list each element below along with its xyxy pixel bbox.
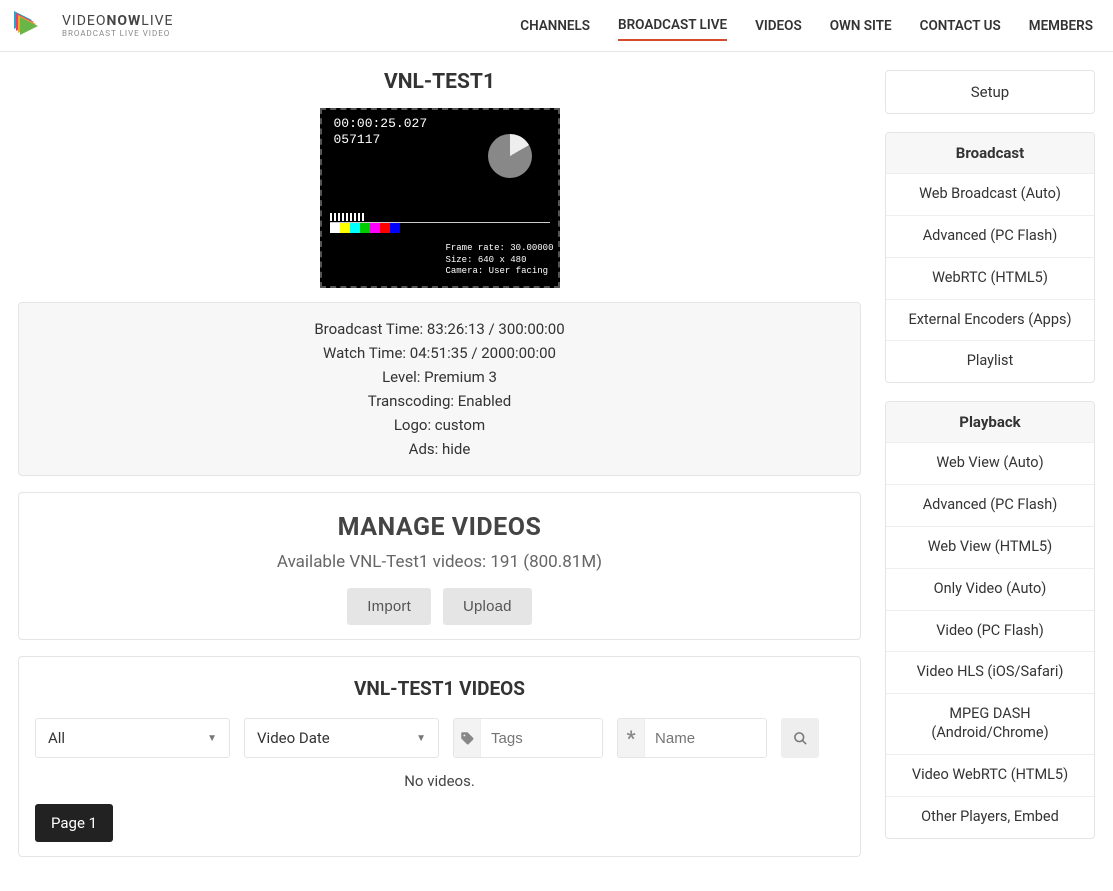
preview-timecode: 00:00:25.027 057117 — [334, 116, 428, 149]
name-input[interactable] — [645, 719, 766, 757]
color-bars-icon — [330, 223, 400, 233]
available-videos-text: Available VNL-Test1 videos: 191 (800.81M… — [35, 552, 844, 572]
broadcast-external-encoders[interactable]: External Encoders (Apps) — [886, 300, 1094, 342]
filters-row: All ▼ Video Date ▼ * — [35, 718, 844, 758]
videos-card: VNL-TEST1 VIDEOS All ▼ Video Date ▼ — [18, 656, 861, 857]
topbar: VIDEONOWLIVE BROADCAST LIVE VIDEO CHANNE… — [0, 0, 1113, 52]
stat-broadcast-time: Broadcast Time: 83:26:13 / 300:00:00 — [35, 317, 844, 341]
page-title: VNL-TEST1 — [18, 70, 861, 94]
manage-heading: MANAGE VIDEOS — [35, 513, 844, 542]
upload-button[interactable]: Upload — [443, 588, 532, 625]
asterisk-icon: * — [618, 719, 645, 757]
logo[interactable]: VIDEONOWLIVE BROADCAST LIVE VIDEO — [10, 8, 174, 44]
logo-text: VIDEONOWLIVE BROADCAST LIVE VIDEO — [62, 14, 174, 38]
playback-panel: Playback Web View (Auto) Advanced (PC Fl… — [885, 401, 1095, 838]
nav-members[interactable]: MEMBERS — [1029, 12, 1093, 40]
stats-card: Broadcast Time: 83:26:13 / 300:00:00 Wat… — [18, 302, 861, 476]
broadcast-webrtc[interactable]: WebRTC (HTML5) — [886, 258, 1094, 300]
stat-logo: Logo: custom — [35, 413, 844, 437]
tag-icon — [454, 719, 481, 757]
playback-panel-header: Playback — [886, 402, 1094, 443]
stat-level: Level: Premium 3 — [35, 365, 844, 389]
main-nav: CHANNELS BROADCAST LIVE VIDEOS OWN SITE … — [520, 11, 1103, 41]
broadcast-advanced-flash[interactable]: Advanced (PC Flash) — [886, 216, 1094, 258]
broadcast-playlist[interactable]: Playlist — [886, 341, 1094, 382]
stat-ads: Ads: hide — [35, 437, 844, 461]
pager-page-1[interactable]: Page 1 — [35, 804, 113, 842]
setup-button[interactable]: Setup — [885, 70, 1095, 114]
playback-other-embed[interactable]: Other Players, Embed — [886, 797, 1094, 838]
playback-mpeg-dash[interactable]: MPEG DASH (Android/Chrome) — [886, 694, 1094, 755]
playback-video-flash[interactable]: Video (PC Flash) — [886, 611, 1094, 653]
manage-videos-card: MANAGE VIDEOS Available VNL-Test1 videos… — [18, 492, 861, 640]
video-preview[interactable]: 00:00:25.027 057117 Frame rate: 30.00000 — [320, 108, 560, 288]
name-input-group: * — [617, 718, 767, 758]
nav-own-site[interactable]: OWN SITE — [830, 12, 892, 40]
nav-contact-us[interactable]: CONTACT US — [920, 12, 1001, 40]
playback-webrtc[interactable]: Video WebRTC (HTML5) — [886, 755, 1094, 797]
tags-input[interactable] — [481, 719, 602, 757]
playback-web-view-auto[interactable]: Web View (Auto) — [886, 443, 1094, 485]
broadcast-panel: Broadcast Web Broadcast (Auto) Advanced … — [885, 132, 1095, 383]
logo-icon — [12, 8, 52, 44]
chevron-down-icon: ▼ — [416, 733, 426, 744]
playback-hls[interactable]: Video HLS (iOS/Safari) — [886, 652, 1094, 694]
filter-date-select[interactable]: Video Date ▼ — [244, 718, 439, 758]
broadcast-panel-header: Broadcast — [886, 133, 1094, 174]
nav-broadcast-live[interactable]: BROADCAST LIVE — [618, 11, 727, 41]
stat-watch-time: Watch Time: 04:51:35 / 2000:00:00 — [35, 341, 844, 365]
playback-only-video-auto[interactable]: Only Video (Auto) — [886, 569, 1094, 611]
nav-channels[interactable]: CHANNELS — [520, 12, 590, 40]
bw-bars-icon — [330, 213, 364, 221]
broadcast-web-auto[interactable]: Web Broadcast (Auto) — [886, 174, 1094, 216]
sidebar: Setup Broadcast Web Broadcast (Auto) Adv… — [885, 70, 1095, 873]
tags-input-group — [453, 718, 603, 758]
search-button[interactable] — [781, 718, 819, 758]
search-icon — [793, 731, 808, 746]
stat-transcoding: Transcoding: Enabled — [35, 389, 844, 413]
playback-advanced-flash[interactable]: Advanced (PC Flash) — [886, 485, 1094, 527]
no-videos-text: No videos. — [35, 772, 844, 790]
filter-all-select[interactable]: All ▼ — [35, 718, 230, 758]
playback-web-view-html5[interactable]: Web View (HTML5) — [886, 527, 1094, 569]
chevron-down-icon: ▼ — [207, 733, 217, 744]
nav-videos[interactable]: VIDEOS — [755, 12, 802, 40]
pie-icon — [488, 134, 532, 178]
import-button[interactable]: Import — [347, 588, 431, 625]
preview-meta: Frame rate: 30.00000 Size: 640 x 480 Cam… — [445, 243, 553, 278]
videos-heading: VNL-TEST1 VIDEOS — [35, 677, 844, 700]
